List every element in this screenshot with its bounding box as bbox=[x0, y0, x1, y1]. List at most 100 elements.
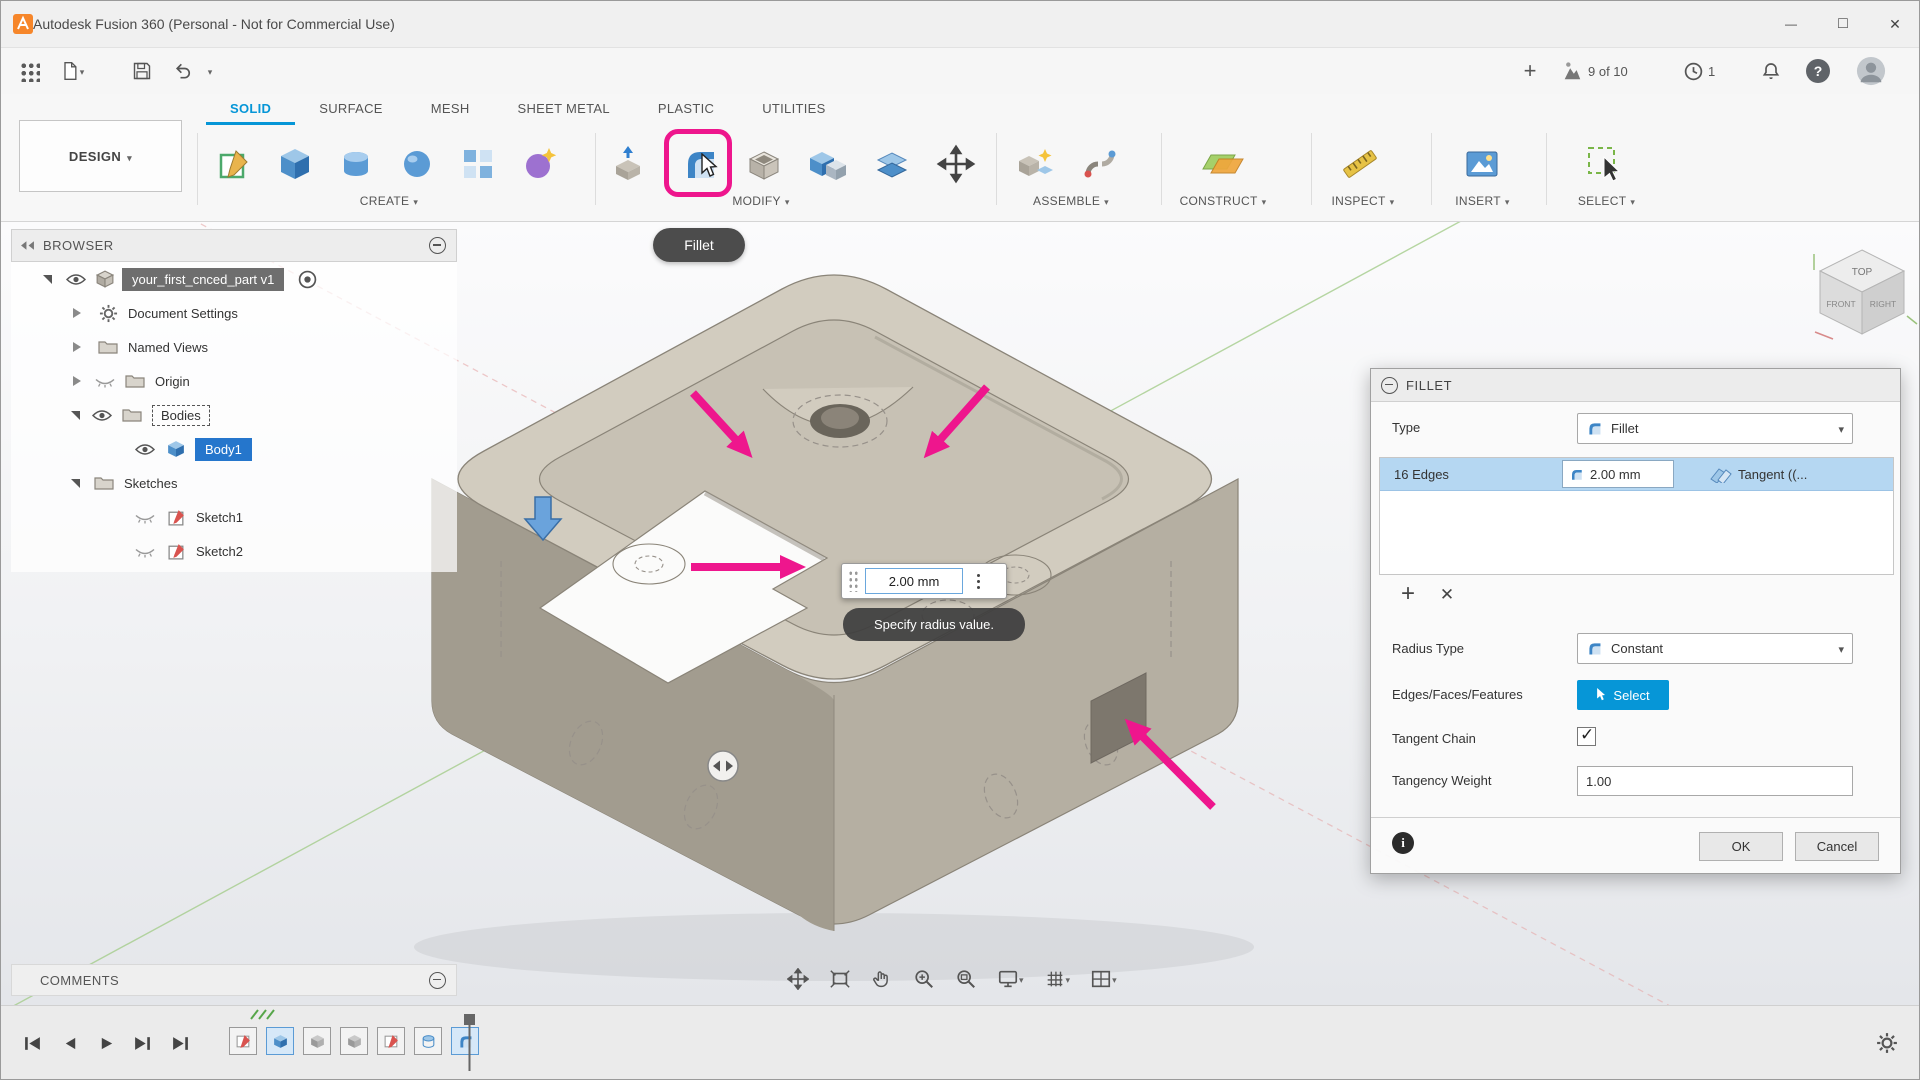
redo-dropdown-button[interactable] bbox=[201, 48, 219, 94]
type-dropdown[interactable]: Fillet bbox=[1577, 413, 1853, 444]
create-pattern-button[interactable] bbox=[455, 141, 501, 187]
edge-set-row[interactable]: 16 Edges 2.00 mm Tangent ((... bbox=[1380, 458, 1893, 491]
comments-bar[interactable]: COMMENTS bbox=[11, 964, 457, 996]
maximize-button[interactable] bbox=[1817, 1, 1869, 48]
grid-snap-button[interactable] bbox=[1044, 968, 1071, 990]
timeline-feature-sketch[interactable] bbox=[377, 1027, 405, 1055]
visibility-off-eye-icon[interactable] bbox=[135, 545, 155, 558]
tab-sheet-metal[interactable]: SHEET METAL bbox=[494, 94, 634, 125]
radius-input-widget[interactable] bbox=[841, 563, 1007, 599]
fillet-dialog-header[interactable]: FILLET bbox=[1371, 369, 1900, 402]
tree-row-sketches[interactable]: Sketches bbox=[11, 466, 457, 500]
save-button[interactable] bbox=[127, 48, 157, 94]
tangency-weight-input[interactable] bbox=[1577, 766, 1853, 796]
tree-row-origin[interactable]: Origin bbox=[11, 364, 457, 398]
activate-radio-icon[interactable] bbox=[298, 270, 317, 289]
pan-button[interactable] bbox=[787, 968, 809, 990]
timeline-feature-sketch[interactable] bbox=[229, 1027, 257, 1055]
move-copy-button[interactable] bbox=[933, 141, 979, 187]
create-sketch-button[interactable] bbox=[211, 141, 257, 187]
add-edge-set-button[interactable] bbox=[1395, 581, 1421, 607]
undo-button[interactable] bbox=[169, 48, 197, 94]
tree-item-label[interactable]: Named Views bbox=[128, 340, 208, 355]
create-cylinder-button[interactable] bbox=[333, 141, 379, 187]
dialog-collapse-icon[interactable] bbox=[1381, 377, 1398, 394]
tab-utilities[interactable]: UTILITIES bbox=[738, 94, 849, 125]
timeline-skip-end-button[interactable] bbox=[167, 1031, 193, 1055]
timeline-playhead[interactable] bbox=[463, 1014, 477, 1072]
timeline-step-back-button[interactable] bbox=[57, 1031, 83, 1055]
tab-mesh[interactable]: MESH bbox=[407, 94, 494, 125]
timeline-skip-start-button[interactable] bbox=[19, 1031, 45, 1055]
workspace-selector[interactable]: DESIGN bbox=[19, 120, 182, 192]
measure-button[interactable] bbox=[1337, 141, 1383, 187]
app-grid-button[interactable] bbox=[13, 48, 45, 94]
expanded-arrow-icon[interactable] bbox=[43, 275, 52, 284]
tree-item-label[interactable]: Sketch2 bbox=[196, 544, 243, 559]
split-body-button[interactable] bbox=[869, 141, 915, 187]
continuity-dropdown[interactable]: Tangent ((... bbox=[1710, 458, 1895, 491]
select-edges-button[interactable]: Select bbox=[1577, 680, 1669, 710]
profile-avatar[interactable] bbox=[1853, 48, 1889, 94]
timeline-feature-extrude[interactable] bbox=[340, 1027, 368, 1055]
expanded-arrow-icon[interactable] bbox=[71, 479, 80, 488]
panel-collapse-icon[interactable] bbox=[429, 237, 446, 254]
collapse-panel-icon[interactable] bbox=[20, 240, 35, 251]
tree-item-label[interactable]: Document Settings bbox=[128, 306, 238, 321]
drag-grip-icon[interactable] bbox=[848, 570, 859, 592]
tree-item-label[interactable]: Sketches bbox=[124, 476, 177, 491]
press-pull-button[interactable] bbox=[605, 141, 651, 187]
joint-button[interactable] bbox=[1077, 141, 1123, 187]
root-component-label[interactable]: your_first_cnced_part v1 bbox=[122, 268, 284, 291]
collapsed-arrow-icon[interactable] bbox=[73, 342, 81, 352]
timeline-feature-extrude[interactable] bbox=[303, 1027, 331, 1055]
edge-radius-field[interactable]: 2.00 mm bbox=[1562, 460, 1674, 488]
timeline-play-button[interactable] bbox=[93, 1031, 119, 1055]
tab-surface[interactable]: SURFACE bbox=[295, 94, 407, 125]
tree-row-sketch2[interactable]: Sketch2 bbox=[11, 534, 457, 568]
construct-plane-button[interactable] bbox=[1195, 141, 1251, 187]
tree-item-label[interactable]: Body1 bbox=[195, 438, 252, 461]
remove-edge-set-button[interactable] bbox=[1435, 583, 1459, 607]
viewcube-front-label[interactable]: FRONT bbox=[1826, 299, 1855, 309]
viewcube-right-label[interactable]: RIGHT bbox=[1870, 299, 1896, 309]
file-menu-button[interactable] bbox=[55, 48, 89, 94]
assemble-group-label[interactable]: ASSEMBLE bbox=[1001, 192, 1141, 210]
info-icon[interactable] bbox=[1392, 832, 1414, 854]
timeline-step-forward-button[interactable] bbox=[129, 1031, 155, 1055]
close-button[interactable] bbox=[1869, 1, 1920, 48]
tree-row-body1[interactable]: Body1 bbox=[11, 432, 457, 466]
help-button[interactable] bbox=[1803, 48, 1833, 94]
insert-canvas-button[interactable] bbox=[1459, 141, 1505, 187]
job-status-button[interactable]: 9 of 10 bbox=[1561, 48, 1628, 94]
expanded-arrow-icon[interactable] bbox=[71, 411, 80, 420]
new-component-button[interactable] bbox=[1013, 141, 1059, 187]
tab-plastic[interactable]: PLASTIC bbox=[634, 94, 738, 125]
tree-row-named-views[interactable]: Named Views bbox=[11, 330, 457, 364]
display-settings-button[interactable] bbox=[997, 968, 1024, 990]
visibility-eye-icon[interactable] bbox=[135, 443, 155, 456]
browser-header[interactable]: BROWSER bbox=[11, 229, 457, 262]
panel-collapse-icon[interactable] bbox=[429, 972, 446, 989]
tangent-chain-checkbox[interactable] bbox=[1577, 727, 1596, 746]
inspect-group-label[interactable]: INSPECT bbox=[1303, 192, 1423, 210]
viewcube-top-label[interactable]: TOP bbox=[1852, 267, 1873, 278]
zoom-window-button[interactable] bbox=[955, 968, 977, 990]
cancel-button[interactable]: Cancel bbox=[1795, 832, 1879, 861]
minimize-button[interactable] bbox=[1765, 1, 1817, 48]
notifications-button[interactable] bbox=[1756, 48, 1786, 94]
create-box-button[interactable] bbox=[272, 141, 318, 187]
tree-item-label[interactable]: Sketch1 bbox=[196, 510, 243, 525]
tree-item-label[interactable]: Bodies bbox=[152, 405, 210, 426]
tab-solid[interactable]: SOLID bbox=[206, 94, 295, 125]
visibility-eye-icon[interactable] bbox=[92, 409, 112, 422]
combine-button[interactable] bbox=[805, 141, 851, 187]
visibility-eye-icon[interactable] bbox=[66, 273, 86, 286]
radius-input[interactable] bbox=[865, 568, 963, 594]
tree-row-sketch1[interactable]: Sketch1 bbox=[11, 500, 457, 534]
more-options-icon[interactable] bbox=[977, 580, 980, 583]
collapsed-arrow-icon[interactable] bbox=[73, 376, 81, 386]
timeline-settings-button[interactable] bbox=[1873, 1029, 1901, 1057]
zoom-button[interactable] bbox=[913, 968, 935, 990]
timeline-feature-hole[interactable] bbox=[414, 1027, 442, 1055]
